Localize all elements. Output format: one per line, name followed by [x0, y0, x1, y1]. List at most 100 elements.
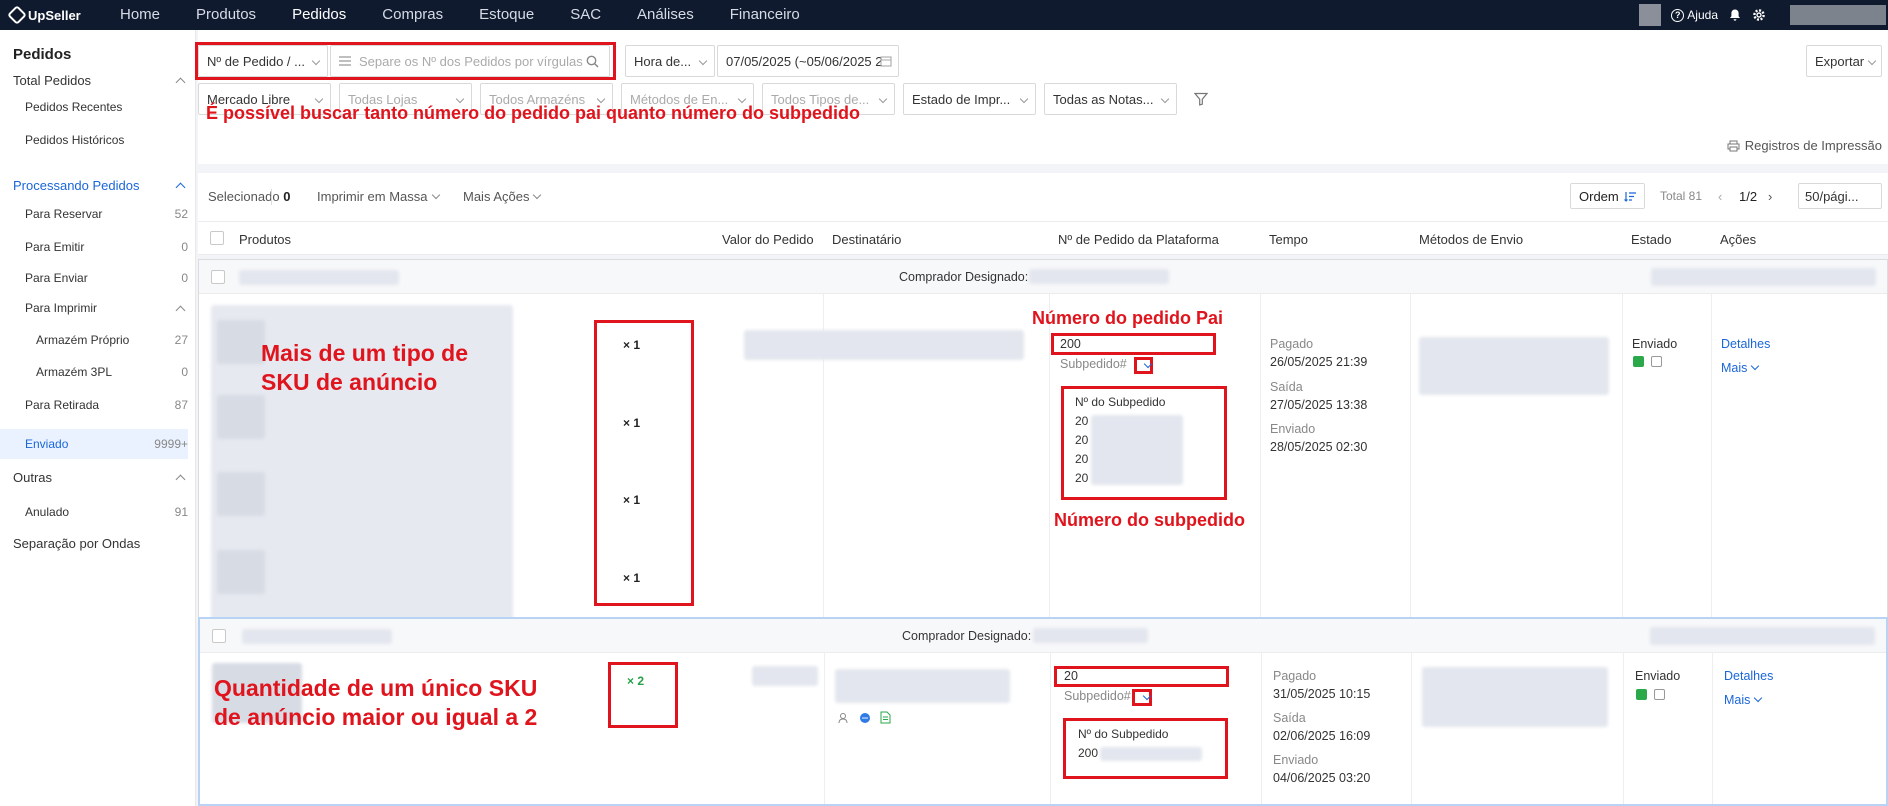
- sidebar-group-outras[interactable]: Outras: [0, 465, 188, 489]
- bell-icon[interactable]: [1728, 8, 1742, 22]
- sidebar-item-enviar[interactable]: Para Enviar 0: [0, 266, 188, 290]
- details-link[interactable]: Detalhes: [1721, 337, 1770, 351]
- main-menu: Home Produtos Pedidos Compras Estoque SA…: [102, 0, 818, 30]
- sidebar-item-ondas[interactable]: Separação por Ondas: [0, 531, 188, 555]
- export-button[interactable]: Exportar: [1806, 45, 1882, 77]
- suborder-number[interactable]: 20: [1075, 452, 1088, 466]
- sort-button[interactable]: Ordem: [1570, 183, 1645, 209]
- sidebar-group-label: Total Pedidos: [13, 72, 92, 88]
- order-checkbox[interactable]: [211, 270, 225, 284]
- gear-icon[interactable]: [1752, 8, 1766, 22]
- date-range-picker[interactable]: 07/05/2025 (~05/06/2025 2: [717, 45, 899, 77]
- invoices-select[interactable]: Todas as Notas...: [1044, 83, 1177, 115]
- sidebar-item-historicos[interactable]: Pedidos Históricos: [0, 128, 188, 152]
- sidebar-item-label: Enviado: [25, 437, 69, 451]
- logo-text: UpSeller: [28, 7, 81, 23]
- sort-icon: [1623, 191, 1636, 202]
- redacted-store-name: [239, 270, 399, 285]
- document-icon[interactable]: [880, 711, 891, 724]
- chevron-up-icon: [175, 182, 186, 192]
- nav-produtos[interactable]: Produtos: [178, 0, 274, 30]
- table-header: Produtos Valor do Pedido Destinatário Nº…: [198, 221, 1888, 255]
- suborder-number[interactable]: 200: [1078, 746, 1098, 760]
- user-name-box[interactable]: [1790, 5, 1886, 25]
- chevron-down-icon: [737, 94, 747, 104]
- page-size-select[interactable]: 50/pági...: [1798, 183, 1882, 209]
- more-actions-link[interactable]: Mais: [1724, 693, 1763, 707]
- time-value: 31/05/2025 10:15: [1273, 687, 1371, 701]
- date-range-value: 07/05/2025 (~05/06/2025 2: [726, 53, 883, 69]
- annotation-line: Quantidade de um único SKU: [214, 675, 538, 701]
- bulk-print-button[interactable]: Imprimir em Massa: [317, 189, 440, 204]
- export-label: Exportar: [1815, 53, 1865, 69]
- sidebar-group-label: Processando Pedidos: [13, 177, 140, 193]
- sidebar-item-anulado[interactable]: Anulado 91: [0, 500, 188, 524]
- help-link[interactable]: ? Ajuda: [1671, 8, 1718, 22]
- redacted-buyer: [1029, 269, 1169, 284]
- invoice-icon[interactable]: [1633, 356, 1644, 367]
- nav-financeiro[interactable]: Financeiro: [712, 0, 818, 30]
- details-link[interactable]: Detalhes: [1724, 669, 1773, 683]
- nav-estoque[interactable]: Estoque: [461, 0, 552, 30]
- suborder-toggle[interactable]: Subpedido#: [1060, 357, 1127, 371]
- annotation-line: SKU de anúncio: [261, 369, 438, 395]
- select-all-checkbox[interactable]: [210, 231, 224, 245]
- sidebar-item-emitir[interactable]: Para Emitir 0: [0, 235, 188, 259]
- column-metodos-envio: Métodos de Envio: [1419, 232, 1524, 247]
- platform-order-number[interactable]: 20: [1064, 669, 1078, 683]
- invoice-icon[interactable]: [1636, 689, 1647, 700]
- suborder-number[interactable]: 20: [1075, 414, 1088, 428]
- nav-analises[interactable]: Análises: [619, 0, 712, 30]
- nav-home[interactable]: Home: [102, 0, 178, 30]
- chevron-down-icon: [596, 94, 606, 104]
- account-avatar[interactable]: [1639, 4, 1662, 26]
- user-icon[interactable]: [838, 712, 850, 724]
- more-actions-link[interactable]: Mais: [1721, 361, 1760, 375]
- redacted-recipient: [744, 330, 1024, 360]
- help-icon: ?: [1671, 8, 1685, 22]
- sidebar-item-armazem-proprio[interactable]: Armazém Próprio 27: [0, 328, 188, 352]
- column-divider: [1623, 653, 1624, 804]
- sidebar-item-label: Para Enviar: [25, 271, 88, 285]
- sidebar-item-armazem-3pl[interactable]: Armazém 3PL 0: [0, 360, 188, 384]
- sidebar-group-total[interactable]: Total Pedidos: [0, 68, 188, 92]
- redacted-store-name: [242, 629, 392, 644]
- sidebar-group-processando[interactable]: Processando Pedidos: [0, 173, 188, 197]
- item-quantity: × 1: [623, 493, 641, 507]
- redacted-product-thumb: [217, 472, 265, 516]
- sidebar-item-recentes[interactable]: Pedidos Recentes: [0, 95, 188, 119]
- sidebar-item-reservar[interactable]: Para Reservar 52: [0, 202, 188, 226]
- label-icon[interactable]: [1654, 689, 1665, 700]
- sidebar: Pedidos Total Pedidos Pedidos Recentes P…: [0, 30, 196, 806]
- upseller-logo[interactable]: UpSeller: [7, 5, 102, 25]
- suborder-header: Nº do Subpedido: [1078, 727, 1169, 741]
- prev-page-button[interactable]: ‹: [1718, 189, 1722, 204]
- suborder-number[interactable]: 20: [1075, 433, 1088, 447]
- calendar-icon: [880, 56, 892, 67]
- column-estado: Estado: [1631, 232, 1672, 247]
- nav-sac[interactable]: SAC: [552, 0, 619, 30]
- sidebar-item-enviado[interactable]: Enviado 9999+: [0, 429, 188, 459]
- filter-icon[interactable]: [1194, 92, 1208, 106]
- sidebar-item-label: Separação por Ondas: [13, 535, 141, 551]
- sidebar-item-count: 0: [181, 271, 188, 285]
- nav-pedidos[interactable]: Pedidos: [274, 0, 364, 30]
- item-quantity: × 2: [627, 674, 645, 688]
- nav-compras[interactable]: Compras: [364, 0, 461, 30]
- sidebar-item-imprimir[interactable]: Para Imprimir: [0, 296, 188, 320]
- bulk-print-label: Imprimir em Massa: [317, 189, 428, 204]
- order-checkbox[interactable]: [212, 629, 226, 643]
- time-type-select[interactable]: Hora de...: [625, 45, 715, 77]
- sidebar-item-label: Para Emitir: [25, 240, 85, 254]
- suborder-toggle[interactable]: Subpedido#: [1064, 689, 1131, 703]
- item-quantity: × 1: [623, 416, 641, 430]
- print-log-link[interactable]: Registros de Impressão: [1727, 138, 1882, 153]
- platform-order-number[interactable]: 200: [1060, 337, 1081, 351]
- print-state-select[interactable]: Estado de Impr...: [903, 83, 1036, 115]
- chat-icon[interactable]: [859, 712, 871, 724]
- sidebar-item-retirada[interactable]: Para Retirada 87: [0, 393, 188, 417]
- next-page-button[interactable]: ›: [1768, 189, 1772, 204]
- more-actions-button[interactable]: Mais Ações: [463, 189, 542, 204]
- suborder-number[interactable]: 20: [1075, 471, 1088, 485]
- label-icon[interactable]: [1651, 356, 1662, 367]
